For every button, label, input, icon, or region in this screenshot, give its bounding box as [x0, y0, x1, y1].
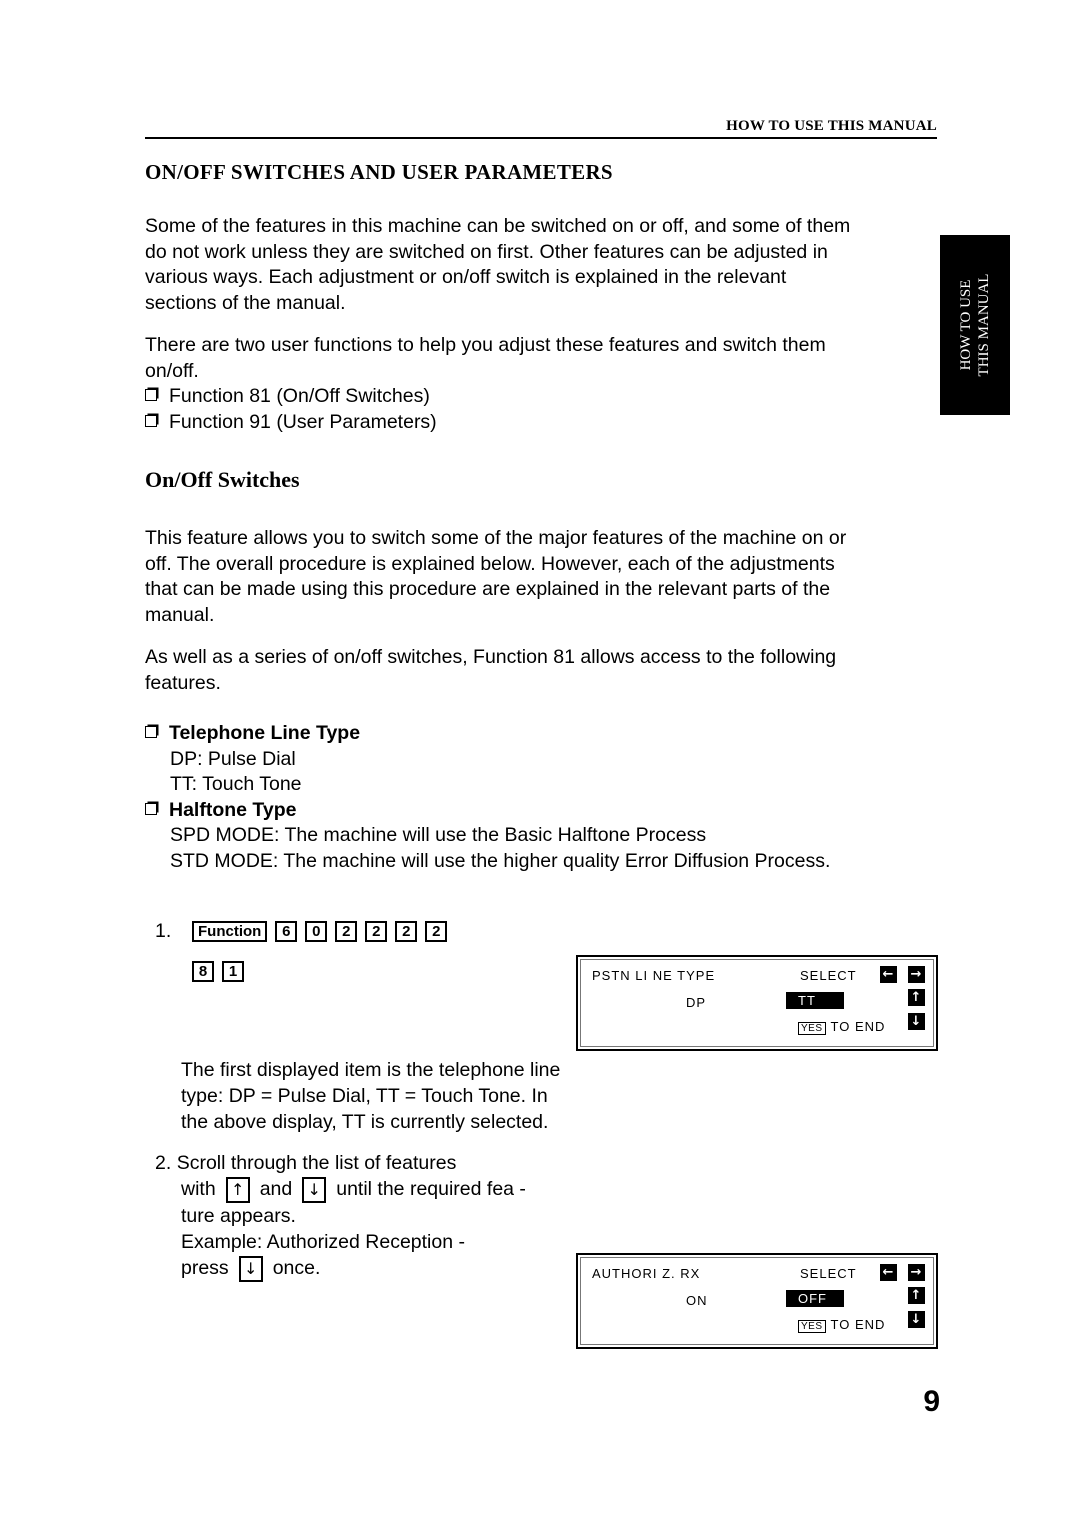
key-2: 2	[335, 921, 358, 943]
down-arrow-key-icon: ↓	[238, 1255, 263, 1282]
key-8: 8	[192, 961, 214, 983]
lcd-selected-option: OFF	[786, 1290, 844, 1307]
text-line: the above display, TT is currently selec…	[181, 1111, 549, 1133]
text-line: There are two user functions to help you…	[145, 334, 826, 356]
lcd-label: PSTN LI NE TYPE	[592, 968, 716, 983]
section-title: ON/OFF SWITCHES AND USER PARAMETERS	[145, 160, 613, 184]
feature-option: SPD MODE: The machine will use the Basic…	[170, 824, 707, 847]
running-head: HOW TO USE THIS MANUAL	[726, 118, 937, 134]
text-line: Some of the features in this machine can…	[145, 215, 851, 237]
up-arrow-icon: ↑	[908, 989, 925, 1006]
right-arrow-icon: →	[908, 966, 925, 983]
text-line: do not work unless they are switched on …	[145, 240, 828, 263]
text-line: The first displayed item is the telephon…	[181, 1059, 561, 1081]
feature-title-halftone-type: Halftone Type	[145, 798, 925, 824]
side-tab-label: HOW TO USE THIS MANUAL	[957, 274, 993, 377]
key-1: 1	[222, 961, 244, 983]
lcd-display-pstn-line-type: PSTN LI NE TYPE SELECT ← → DP TT ↑ YES TO…	[576, 955, 938, 1051]
text-line: press ↓ once.	[155, 1255, 526, 1282]
text-line: As well as a series of on/off switches, …	[145, 646, 837, 668]
up-arrow-icon: ↑	[908, 1287, 925, 1304]
intro-paragraph-2: There are two user functions to help you…	[145, 333, 925, 435]
key-2: 2	[365, 921, 388, 943]
lcd-label: AUTHORI Z. RX	[592, 1266, 701, 1281]
left-arrow-icon: ←	[880, 1264, 897, 1281]
side-tab-line-1: HOW TO USE	[958, 279, 974, 371]
header-rule	[145, 137, 937, 139]
right-arrow-icon: →	[908, 1264, 925, 1281]
text-line: sections of the manual.	[145, 291, 346, 314]
function-list-item: Function 91 (User Parameters)	[145, 410, 925, 436]
text-line: that can be made using this procedure ar…	[145, 578, 831, 601]
feature-option: DP: Pulse Dial	[170, 747, 296, 770]
feature-list: Telephone Line Type DP: Pulse Dial TT: T…	[145, 721, 925, 875]
lcd-select: SELECT	[800, 1266, 857, 1281]
onoff-paragraph-1: This feature allows you to switch some o…	[145, 526, 925, 628]
function-key: Function	[192, 921, 268, 943]
page-number: 9	[923, 1385, 940, 1418]
subsection-title: On/Off Switches	[145, 467, 300, 492]
yes-key: YES	[798, 1320, 826, 1333]
feature-option: STD MODE: The machine will use the highe…	[170, 849, 831, 872]
checkbox-bullet-icon	[145, 389, 157, 402]
side-tab: HOW TO USE THIS MANUAL	[940, 235, 1010, 415]
onoff-paragraph-2: As well as a series of on/off switches, …	[145, 645, 925, 696]
text-line: with ↑ and ↓ until the required fea -	[155, 1176, 526, 1203]
left-arrow-icon: ←	[880, 966, 897, 983]
text-line: various ways. Each adjustment or on/off …	[145, 266, 787, 289]
text-line: off. The overall procedure is explained …	[145, 552, 835, 575]
down-arrow-key-icon: ↓	[302, 1176, 327, 1203]
feature-option: TT: Touch Tone	[170, 773, 302, 796]
step-2: 2. Scroll through the list of features w…	[155, 1150, 526, 1282]
step-1-keys-row-2: 81	[192, 958, 252, 984]
lcd-display-authorized-rx: AUTHORI Z. RX SELECT ← → ON OFF ↑ YES TO …	[576, 1253, 938, 1349]
text-line: 2. Scroll through the list of features	[155, 1152, 457, 1174]
function-list-item: Function 81 (On/Off Switches)	[145, 384, 925, 410]
step-1-description: The first displayed item is the telephon…	[181, 1057, 560, 1135]
up-arrow-key-icon: ↑	[225, 1176, 250, 1203]
feature-title-telephone-line-type: Telephone Line Type	[145, 721, 925, 747]
lcd-select: SELECT	[800, 968, 857, 983]
lcd-selected-option: TT	[786, 992, 844, 1009]
key-2: 2	[425, 921, 448, 943]
lcd-option: DP	[686, 995, 707, 1010]
key-6: 6	[275, 921, 298, 943]
down-arrow-icon: ↓	[908, 1013, 925, 1030]
text-line: Example: Authorized Reception -	[181, 1230, 465, 1253]
checkbox-bullet-icon	[145, 414, 157, 427]
checkbox-bullet-icon	[145, 726, 157, 738]
text-line: ture appears.	[181, 1204, 296, 1227]
step-1-keys-row-1: Function 6 0 2 2 2 2	[192, 918, 455, 944]
lcd-yes-to-end: YES TO END	[798, 1019, 885, 1035]
text-line: features.	[145, 671, 221, 694]
down-arrow-icon: ↓	[908, 1311, 925, 1328]
step-1-number: 1.	[155, 920, 172, 942]
intro-paragraph-1: Some of the features in this machine can…	[145, 214, 925, 316]
lcd-yes-to-end: YES TO END	[798, 1317, 885, 1333]
side-tab-line-2: THIS MANUAL	[976, 273, 992, 377]
checkbox-bullet-icon	[145, 802, 157, 815]
text-line: on/off.	[145, 359, 199, 382]
lcd-option: ON	[686, 1293, 708, 1308]
text-line: type: DP = Pulse Dial, TT = Touch Tone. …	[181, 1085, 548, 1107]
text-line: manual.	[145, 603, 215, 626]
key-2: 2	[395, 921, 418, 943]
text-line: This feature allows you to switch some o…	[145, 527, 847, 549]
key-0: 0	[305, 921, 328, 943]
yes-key: YES	[798, 1022, 826, 1035]
